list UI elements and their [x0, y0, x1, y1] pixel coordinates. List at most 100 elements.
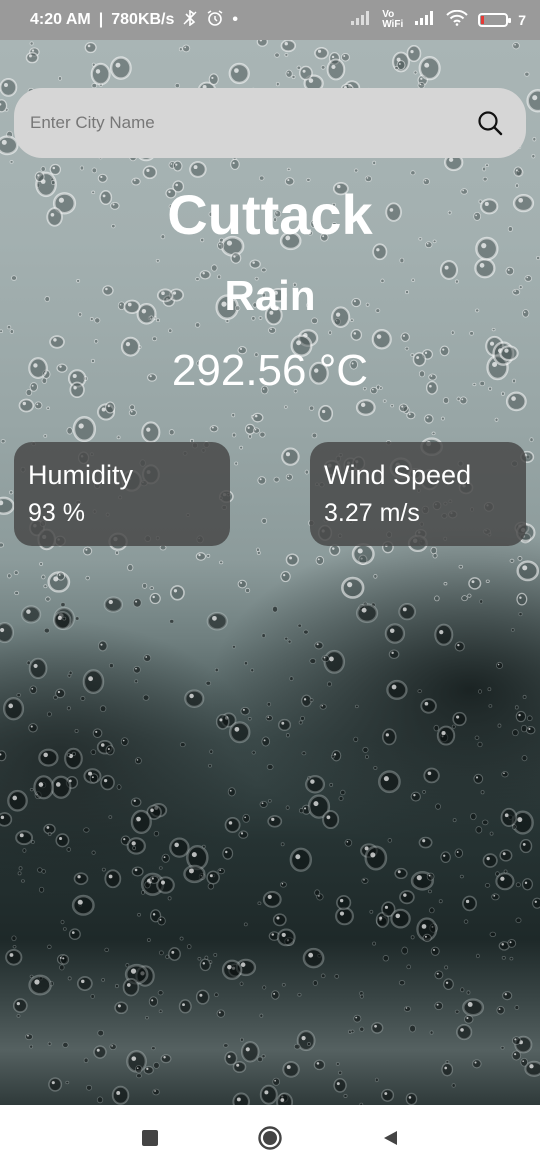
raindrop — [155, 258, 160, 263]
raindrop — [388, 649, 400, 660]
search-icon[interactable] — [476, 109, 504, 137]
raindrop — [265, 715, 273, 722]
raindrop — [401, 946, 409, 955]
raindrop — [223, 1043, 229, 1048]
raindrop — [489, 931, 497, 938]
raindrop — [29, 788, 34, 792]
raindrop — [272, 605, 278, 613]
raindrop — [243, 922, 248, 927]
raindrop — [7, 789, 28, 812]
raindrop — [372, 160, 377, 166]
raindrop — [140, 890, 146, 895]
raindrop — [475, 953, 480, 959]
raindrop — [219, 560, 224, 565]
raindrop — [16, 1014, 21, 1018]
raindrop — [496, 661, 504, 669]
raindrop — [97, 640, 108, 652]
raindrop — [432, 552, 438, 559]
raindrop — [305, 775, 326, 794]
raindrop — [320, 973, 326, 979]
raindrop — [83, 546, 93, 556]
raindrop — [329, 544, 341, 556]
raindrop — [479, 599, 484, 604]
raindrop — [104, 869, 122, 889]
raindrop — [259, 1013, 264, 1018]
raindrop — [399, 257, 405, 264]
raindrop — [83, 1057, 89, 1064]
raindrop — [167, 896, 172, 901]
raindrop — [336, 895, 352, 911]
raindrop — [300, 715, 305, 721]
raindrop — [111, 1085, 130, 1105]
raindrop — [374, 1077, 379, 1083]
raindrop — [499, 849, 513, 862]
raindrop — [515, 917, 522, 924]
raindrop — [25, 52, 39, 64]
raindrop — [314, 889, 321, 897]
raindrop — [234, 461, 239, 466]
raindrop — [252, 412, 264, 423]
raindrop — [208, 73, 219, 86]
raindrop — [142, 694, 150, 701]
raindrop — [62, 616, 67, 621]
raindrop — [482, 176, 488, 182]
city-search-input[interactable] — [30, 113, 476, 133]
raindrop — [252, 427, 260, 434]
raindrop — [423, 767, 440, 784]
raindrop — [400, 332, 410, 342]
raindrop — [297, 992, 302, 997]
raindrop — [148, 996, 159, 1007]
raindrop — [526, 89, 540, 113]
raindrop — [58, 76, 62, 81]
raindrop — [289, 847, 312, 872]
raindrop — [16, 693, 21, 698]
raindrop — [473, 773, 484, 784]
raindrop — [291, 74, 296, 79]
raindrop — [77, 976, 93, 991]
raindrop — [82, 669, 105, 695]
raindrop — [43, 627, 50, 634]
raindrop — [532, 137, 537, 142]
recents-icon[interactable] — [135, 1123, 165, 1153]
raindrop — [285, 553, 299, 566]
raindrop — [47, 944, 52, 949]
raindrop — [280, 570, 291, 583]
raindrop — [409, 1024, 416, 1033]
back-icon[interactable] — [375, 1123, 405, 1153]
raindrop — [526, 715, 533, 722]
raindrop — [354, 168, 359, 173]
raindrop — [195, 552, 207, 561]
raindrop — [424, 414, 434, 424]
raindrop — [261, 633, 266, 638]
raindrop — [445, 1060, 450, 1064]
raindrop — [319, 703, 327, 710]
raindrop — [364, 845, 388, 871]
raindrop — [266, 701, 272, 707]
raindrop — [120, 737, 129, 746]
raindrop — [231, 413, 236, 418]
raindrop — [144, 881, 151, 889]
raindrop — [463, 1014, 474, 1024]
wind-speed-card: Wind Speed 3.27 m/s — [310, 442, 526, 546]
raindrop — [29, 1044, 34, 1049]
raindrop — [485, 579, 490, 583]
raindrop — [261, 736, 271, 747]
raindrop — [422, 790, 426, 794]
raindrop — [237, 579, 247, 589]
raindrop — [239, 981, 244, 986]
raindrop — [496, 1005, 505, 1015]
home-icon[interactable] — [255, 1123, 285, 1153]
raindrop — [276, 928, 296, 947]
raindrop — [66, 753, 71, 758]
raindrop — [209, 749, 214, 754]
raindrop — [320, 65, 326, 70]
raindrop — [474, 735, 480, 740]
raindrop — [41, 869, 46, 874]
raindrop — [0, 812, 13, 827]
raindrop — [344, 838, 353, 847]
raindrop — [514, 705, 519, 710]
raindrop — [510, 628, 515, 632]
raindrop — [394, 867, 408, 880]
raindrop — [314, 47, 329, 60]
raindrop — [232, 1092, 250, 1105]
